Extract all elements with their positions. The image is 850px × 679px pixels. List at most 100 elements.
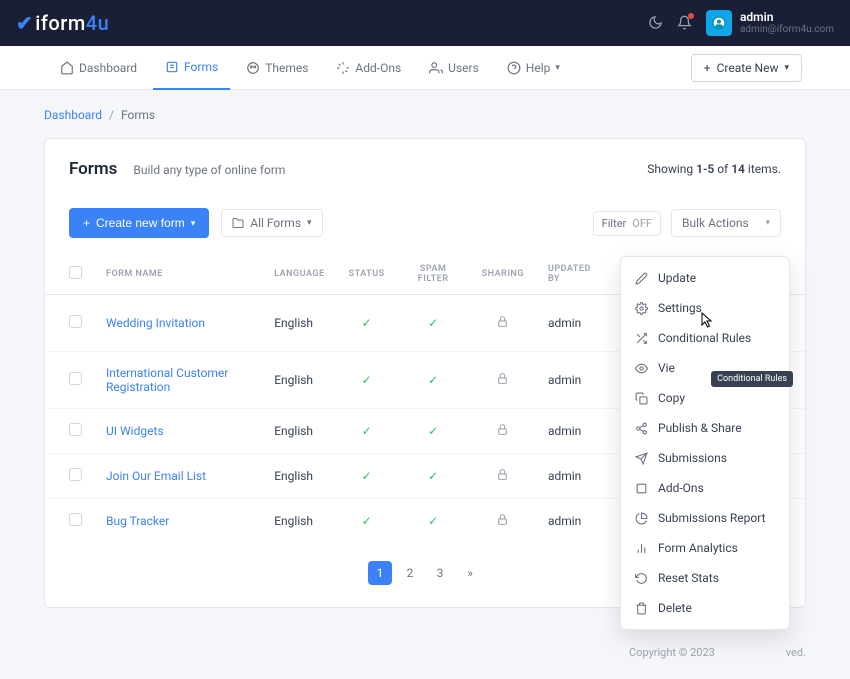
plus-icon: +	[704, 61, 711, 75]
spam-check-icon: ✓	[428, 514, 438, 528]
row-checkbox[interactable]	[69, 372, 82, 385]
theme-toggle-icon[interactable]	[648, 15, 663, 30]
breadcrumb: Dashboard / Forms	[44, 108, 806, 122]
trash-icon	[635, 602, 648, 615]
notifications-icon[interactable]	[677, 15, 692, 30]
spam-check-icon: ✓	[428, 316, 438, 330]
spam-check-icon: ✓	[428, 373, 438, 387]
dropdown-reset[interactable]: Reset Stats	[621, 563, 789, 593]
puzzle-icon	[635, 482, 648, 495]
logo-text-suffix: 4u	[86, 11, 110, 35]
cursor-icon	[701, 312, 715, 330]
copy-icon	[635, 392, 648, 405]
cell-updated-by: admin	[536, 454, 612, 499]
row-checkbox[interactable]	[69, 423, 82, 436]
row-checkbox[interactable]	[69, 315, 82, 328]
filter-toggle[interactable]: Filter OFF	[593, 211, 661, 236]
folder-icon	[232, 217, 244, 229]
share-icon	[635, 422, 648, 435]
avatar	[706, 10, 732, 36]
all-forms-filter[interactable]: All Forms ▾	[221, 209, 322, 237]
page-next[interactable]: »	[458, 561, 482, 585]
user-name: admin	[740, 10, 834, 24]
status-check-icon: ✓	[362, 514, 372, 528]
row-checkbox[interactable]	[69, 468, 82, 481]
create-new-button[interactable]: + Create New ▾	[691, 54, 802, 82]
lock-icon	[496, 374, 509, 388]
form-name-link[interactable]: Bug Tracker	[106, 514, 169, 528]
logo[interactable]: ✔ iform4u	[16, 11, 109, 35]
breadcrumb-dashboard[interactable]: Dashboard	[44, 108, 102, 122]
breadcrumb-separator: /	[109, 108, 114, 122]
nav-help[interactable]: Help▾	[495, 46, 572, 90]
spam-check-icon: ✓	[428, 469, 438, 483]
chevron-down-icon: ▾	[765, 218, 770, 228]
navbar: Dashboard Forms Themes Add-Ons Users Hel…	[0, 46, 850, 90]
col-sharing[interactable]: SHARING	[470, 254, 536, 295]
dropdown-copy[interactable]: Copy	[621, 383, 789, 413]
chevron-down-icon: ▾	[307, 218, 312, 228]
nav-forms[interactable]: Forms	[153, 46, 230, 90]
row-checkbox[interactable]	[69, 513, 82, 526]
lock-icon	[496, 470, 509, 484]
nav-dashboard[interactable]: Dashboard	[48, 46, 149, 90]
cell-language: English	[262, 295, 336, 352]
lock-icon	[496, 425, 509, 439]
plus-icon: +	[83, 216, 90, 230]
chevron-down-icon: ▾	[555, 63, 560, 73]
col-language[interactable]: LANGUAGE	[262, 254, 336, 295]
lock-icon	[496, 515, 509, 529]
dropdown-publish[interactable]: Publish & Share	[621, 413, 789, 443]
send-icon	[635, 452, 648, 465]
showing-text: Showing 1-5 of 14 items.	[647, 162, 781, 176]
cell-language: English	[262, 352, 336, 409]
pie-icon	[635, 512, 648, 525]
dropdown-report[interactable]: Submissions Report	[621, 503, 789, 533]
topbar-right: admin admin@iform4u.com	[648, 10, 834, 36]
spam-check-icon: ✓	[428, 424, 438, 438]
nav-addons[interactable]: Add-Ons	[324, 46, 413, 90]
footer: Copyright © 2023 ved.	[0, 626, 850, 679]
cell-language: English	[262, 499, 336, 544]
pencil-icon	[635, 272, 648, 285]
form-name-link[interactable]: Wedding Invitation	[106, 316, 205, 330]
bulk-actions-select[interactable]: Bulk Actions ▾	[671, 209, 781, 237]
chevron-down-icon: ▾	[191, 218, 196, 229]
logo-text-prefix: iform	[35, 11, 86, 35]
col-form-name[interactable]: FORM NAME	[94, 254, 262, 295]
user-menu[interactable]: admin admin@iform4u.com	[706, 10, 834, 36]
page-1[interactable]: 1	[368, 561, 392, 585]
select-all-checkbox[interactable]	[69, 266, 82, 279]
dropdown-submissions[interactable]: Submissions	[621, 443, 789, 473]
dropdown-analytics[interactable]: Form Analytics	[621, 533, 789, 563]
col-spam-filter[interactable]: SPAM FILTER	[397, 254, 470, 295]
notification-dot	[688, 13, 694, 19]
dropdown-view[interactable]: Vie Conditional Rules	[621, 353, 789, 383]
nav-themes[interactable]: Themes	[234, 46, 320, 90]
form-name-link[interactable]: Join Our Email List	[106, 469, 206, 483]
page-2[interactable]: 2	[398, 561, 422, 585]
dropdown-addons[interactable]: Add-Ons	[621, 473, 789, 503]
status-check-icon: ✓	[362, 373, 372, 387]
dropdown-delete[interactable]: Delete	[621, 593, 789, 623]
nav-users[interactable]: Users	[417, 46, 491, 90]
status-check-icon: ✓	[362, 424, 372, 438]
col-updated-by[interactable]: UPDATED BY	[536, 254, 612, 295]
page-subtitle: Build any type of online form	[133, 163, 285, 177]
form-name-link[interactable]: International Customer Registration	[106, 366, 228, 394]
page-title: Forms	[69, 159, 117, 179]
col-status[interactable]: STATUS	[337, 254, 397, 295]
form-name-link[interactable]: UI Widgets	[106, 424, 164, 438]
create-form-button[interactable]: + Create new form ▾	[69, 208, 209, 238]
status-check-icon: ✓	[362, 316, 372, 330]
page-3[interactable]: 3	[428, 561, 452, 585]
cell-updated-by: admin	[536, 352, 612, 409]
cell-updated-by: admin	[536, 499, 612, 544]
cell-language: English	[262, 454, 336, 499]
chevron-down-icon: ▾	[784, 63, 789, 73]
chart-icon	[635, 542, 648, 555]
tooltip: Conditional Rules	[711, 371, 793, 387]
shuffle-icon	[635, 332, 648, 345]
logo-check-icon: ✔	[16, 11, 33, 35]
dropdown-update[interactable]: Update	[621, 263, 789, 293]
